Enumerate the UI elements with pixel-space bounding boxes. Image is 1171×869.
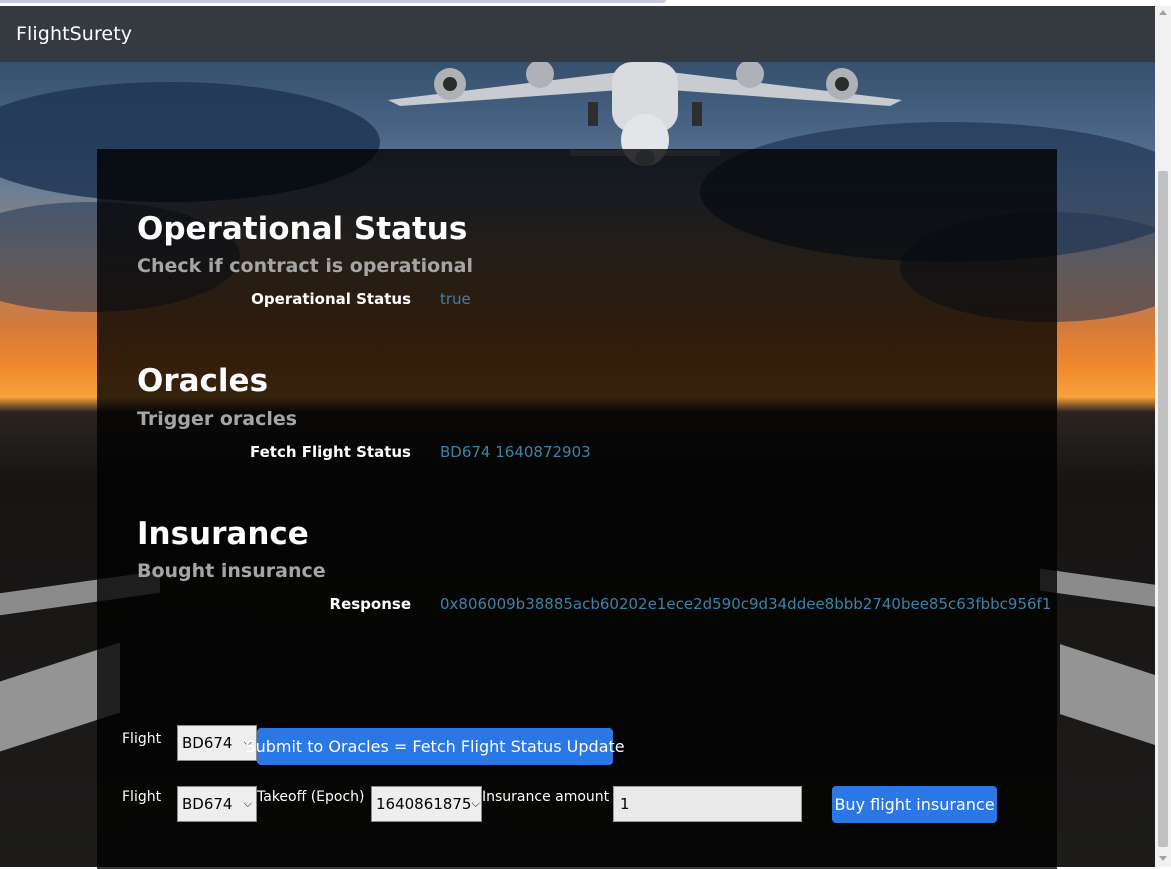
insurance-amount-value: 1	[620, 795, 630, 813]
takeoff-select[interactable]: 1640861875 ⌵	[371, 786, 482, 822]
scroll-down-icon[interactable]	[1159, 856, 1167, 861]
section-title-oracles: Oracles	[137, 363, 269, 399]
insurance-flight-label: Flight	[122, 789, 162, 805]
navbar: FlightSurety	[0, 6, 1155, 62]
takeoff-label: Takeoff (Epoch)	[257, 789, 365, 805]
section-title-insurance: Insurance	[137, 516, 309, 552]
vertical-scrollbar[interactable]	[1155, 6, 1171, 867]
chevron-down-icon: ⌵	[471, 797, 480, 810]
operational-status-value: true	[440, 290, 471, 308]
buy-flight-insurance-button[interactable]: Buy flight insurance	[832, 786, 997, 823]
scrollbar-thumb[interactable]	[1158, 171, 1168, 847]
insurance-amount-label: Insurance amount	[482, 789, 610, 805]
takeoff-selected: 1640861875	[376, 795, 472, 813]
submit-to-oracles-button[interactable]: Submit to Oracles = Fetch Flight Status …	[245, 728, 625, 765]
fetch-flight-status-label: Fetch Flight Status	[250, 443, 411, 461]
fetch-flight-status-value: BD674 1640872903	[440, 443, 591, 461]
section-subtitle-insurance: Bought insurance	[137, 560, 326, 582]
section-subtitle-operational: Check if contract is operational	[137, 255, 474, 277]
response-value: 0x806009b38885acb60202e1ece2d590c9d34dde…	[440, 595, 1052, 613]
runway-stripe	[1060, 644, 1155, 750]
loading-progress-bar	[0, 0, 666, 3]
section-title-operational: Operational Status	[137, 211, 468, 247]
operational-status-label: Operational Status	[251, 290, 411, 308]
section-subtitle-oracles: Trigger oracles	[137, 408, 298, 430]
insurance-flight-select[interactable]: BD674 ⌵	[177, 786, 257, 822]
chevron-down-icon: ⌵	[243, 797, 252, 810]
insurance-amount-input[interactable]: 1	[613, 786, 802, 822]
content-panel: Operational Status Check if contract is …	[97, 149, 1057, 869]
oracle-flight-selected: BD674	[182, 734, 233, 752]
runway-stripe	[1040, 568, 1155, 608]
oracle-flight-label: Flight	[122, 731, 162, 747]
navbar-brand[interactable]: FlightSurety	[16, 23, 132, 45]
response-label: Response	[329, 595, 411, 613]
scroll-up-icon[interactable]	[1159, 10, 1167, 15]
insurance-flight-selected: BD674	[182, 795, 233, 813]
